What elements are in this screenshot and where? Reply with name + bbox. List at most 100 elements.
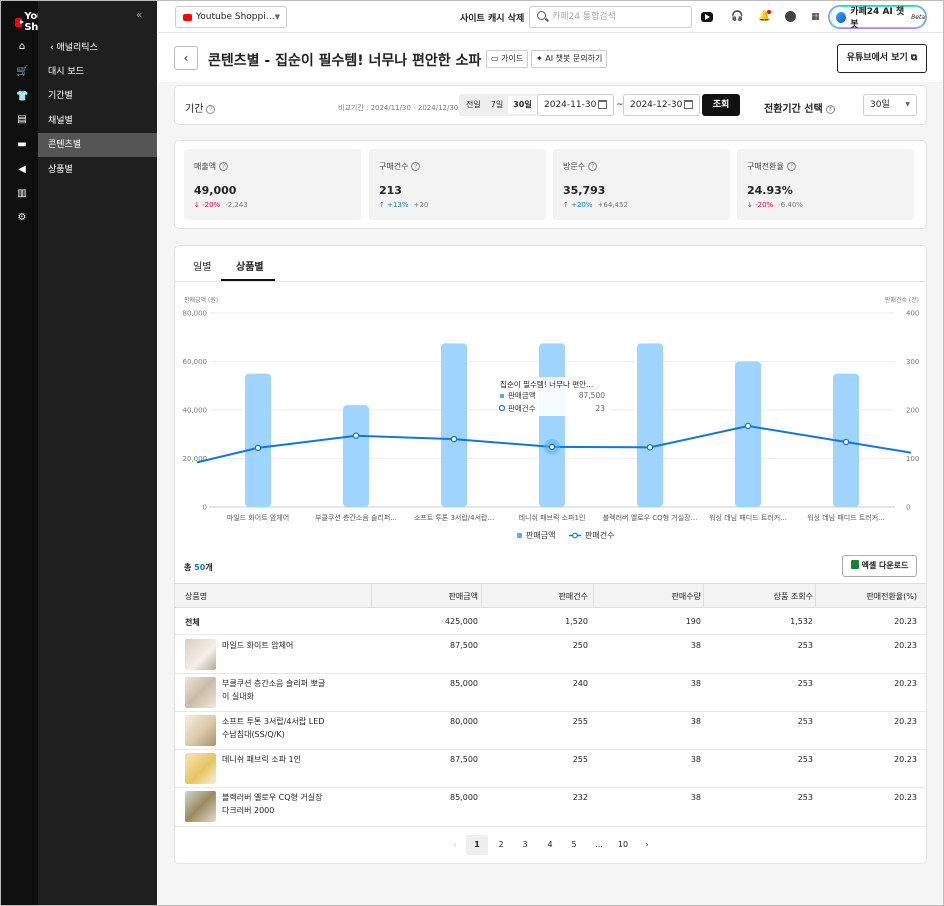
page-1[interactable]: 1 <box>466 835 488 855</box>
y2-tick-label: 200 <box>906 407 919 415</box>
product-chart: 판매금액 (원) 판매건수 (건)020,00040,00060,00080,00… <box>183 296 920 540</box>
topbar: Youtube Shoppi… ▼ 사이트 캐시 삭제 카페24 통합검색 🎧 🔔… <box>158 1 943 33</box>
ai-chatbot-button[interactable]: 카페24 AI 챗봇 Beta <box>829 6 926 30</box>
collapse-sidebar-icon[interactable]: « <box>136 10 142 21</box>
external-link-icon: ⧉ <box>907 53 918 63</box>
back-button[interactable]: ‹ <box>174 46 198 70</box>
help-icon[interactable]: ? <box>219 162 229 171</box>
mall-select[interactable]: Youtube Shoppi… ▼ <box>175 6 287 28</box>
search-button[interactable]: 조회 <box>702 94 740 116</box>
product-thumbnail <box>185 639 216 670</box>
product-thumbnail <box>185 677 216 708</box>
range-1d[interactable]: 전일 <box>461 96 486 114</box>
clear-cache-link[interactable]: 사이트 캐시 삭제 <box>460 11 524 24</box>
col-header-count[interactable]: 판매건수 <box>559 591 588 602</box>
x-tick-label: 워싱 데님 패디드 트러커... <box>807 513 885 522</box>
home-icon[interactable]: ⌂ <box>16 41 28 53</box>
sidebar-item-dashboard[interactable]: 대시 보드 <box>38 60 157 84</box>
sidebar-item-content[interactable]: 콘텐츠별 <box>38 133 157 157</box>
col-header-rate[interactable]: 판매전환율(%) <box>866 591 917 602</box>
bar <box>735 361 761 507</box>
ai-ask-button[interactable]: ✦ AI 챗봇 문의하기 <box>531 50 608 68</box>
range-7d[interactable]: 7일 <box>486 96 508 114</box>
next-page-icon[interactable]: › <box>636 835 658 855</box>
shirt-icon[interactable]: 👕 <box>16 91 28 103</box>
page-2[interactable]: 2 <box>490 835 512 855</box>
y2-axis-title: 판매건수 (건) <box>885 296 919 304</box>
product-thumbnail <box>185 791 216 822</box>
stat-card-orders: 구매건수? 213 ↑ +13% +20 <box>369 149 546 220</box>
total-count: 총 50개 <box>184 563 213 572</box>
table-header: 상품명 판매금액 판매건수 판매수량 상품 조회수 판매전환율(%) <box>175 583 926 608</box>
sidebar-back[interactable]: ‹ 애널리틱스 <box>50 40 98 53</box>
page-3[interactable]: 3 <box>514 835 536 855</box>
bar <box>245 373 271 507</box>
help-icon[interactable]: ? <box>411 162 421 171</box>
account-icon[interactable] <box>785 11 796 22</box>
range-segmented: 전일 7일 30일 <box>459 94 539 116</box>
stat-card-conversion: 구매전환율? 24.93% ↓ -20% -6.40% <box>737 149 914 220</box>
y2-tick-label: 0 <box>906 504 910 512</box>
bell-icon[interactable]: 🔔 <box>758 10 771 23</box>
col-header-name[interactable]: 상품명 <box>185 591 207 602</box>
stat-change: ↓ -20% -2,243 <box>194 201 248 209</box>
y-tick-label: 80,000 <box>183 310 208 318</box>
guide-button[interactable]: ▭ 가이드 <box>486 50 529 68</box>
legend-label: 판매금액 <box>526 530 555 540</box>
col-header-qty[interactable]: 판매수량 <box>672 591 701 602</box>
headset-icon[interactable]: 🎧 <box>731 11 743 23</box>
y2-tick-label: 100 <box>906 455 919 463</box>
page-ellipsis: ... <box>595 840 603 849</box>
stat-value: 24.93% <box>747 184 793 197</box>
product-thumbnail <box>185 715 216 746</box>
sidebar-item-product[interactable]: 상품별 <box>38 158 157 182</box>
page-title: 콘텐츠별 - 집순이 필수템! 너무나 편안한 소파 <box>208 53 482 69</box>
col-header-amount[interactable]: 판매금액 <box>449 591 478 602</box>
megaphone-icon[interactable]: ◀ <box>16 164 28 176</box>
help-icon[interactable]: ? <box>206 104 216 114</box>
page-header: ‹ 콘텐츠별 - 집순이 필수템! 너무나 편안한 소파 ▭ 가이드 ✦ AI … <box>158 34 943 82</box>
document-icon[interactable]: ▤ <box>16 114 28 126</box>
help-icon[interactable]: ? <box>786 162 796 171</box>
filter-bar: 기간? 비교기간 : 2024/11/30 - 2024/12/30 전일 7일… <box>174 85 927 125</box>
page-4[interactable]: 4 <box>539 835 561 855</box>
ticket-icon[interactable]: ▬ <box>16 139 28 151</box>
x-tick-label: 블랙러버 옐로우 CQ형 거실장... <box>603 513 698 522</box>
range-30d[interactable]: 30일 <box>508 96 537 114</box>
page-10[interactable]: 10 <box>612 835 634 855</box>
sidebar-item-period[interactable]: 기간별 <box>38 84 157 108</box>
bar <box>441 343 467 507</box>
cart-icon[interactable]: 🛒 <box>16 66 28 78</box>
y2-tick-label: 300 <box>906 358 919 366</box>
line-point <box>548 443 556 451</box>
line-point <box>646 444 654 451</box>
legend-label: 판매건수 <box>585 530 614 540</box>
tooltip-title: 집순이 필수템! 너무나 편안... <box>500 379 593 389</box>
col-header-views[interactable]: 상품 조회수 <box>774 591 813 602</box>
line-point <box>450 435 458 443</box>
start-date-input[interactable]: 2024-11-30 <box>537 94 614 116</box>
help-icon[interactable]: ? <box>825 104 835 114</box>
tooltip-line-marker <box>498 404 506 412</box>
excel-icon <box>850 560 859 569</box>
line-point <box>352 432 360 439</box>
view-on-youtube-button[interactable]: 유튜브에서 보기 ⧉ <box>837 44 927 73</box>
chevron-down-icon: ▼ <box>274 13 280 21</box>
stat-change: ↓ -20% -6.40% <box>747 201 803 209</box>
prev-page-icon[interactable]: ‹ <box>444 835 466 855</box>
search-input[interactable]: 카페24 통합검색 <box>529 6 692 28</box>
conversion-period-label: 전환기간 선택? <box>764 100 835 115</box>
stat-value: 49,000 <box>194 184 237 197</box>
page-5[interactable]: 5 <box>563 835 585 855</box>
tab-daily[interactable]: 일별 <box>193 258 211 273</box>
help-icon[interactable]: ? <box>588 162 598 171</box>
tab-product[interactable]: 상품별 <box>236 258 264 273</box>
youtube-play-icon[interactable] <box>701 12 713 22</box>
analytics-icon[interactable]: ▥ <box>16 188 28 200</box>
apps-grid-icon[interactable]: ▦ <box>811 11 823 23</box>
end-date-input[interactable]: 2024-12-30 <box>623 94 700 116</box>
gear-icon[interactable]: ⚙ <box>16 212 28 224</box>
sidebar-item-channel[interactable]: 채널별 <box>38 109 157 133</box>
conversion-period-select[interactable]: 30일 ▼ <box>863 94 917 116</box>
excel-download-button[interactable]: 엑셀 다운로드 <box>842 555 917 577</box>
